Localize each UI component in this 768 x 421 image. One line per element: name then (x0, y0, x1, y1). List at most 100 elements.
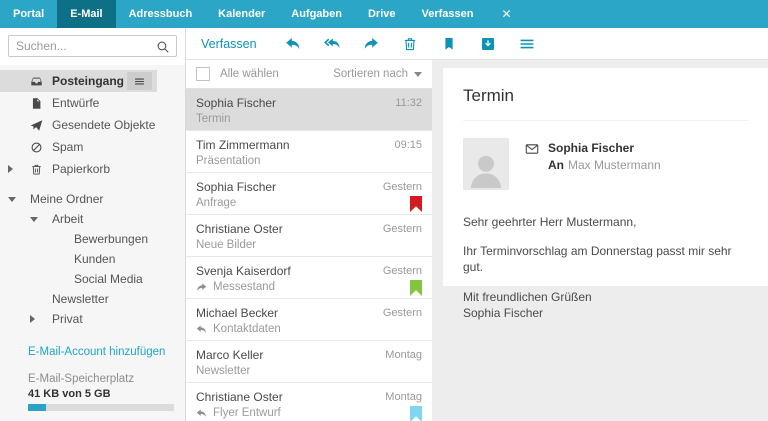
mail-date: Montag (385, 349, 422, 361)
recipient-name[interactable]: Max Mustermann (568, 158, 661, 172)
mail-subject: Termin (463, 80, 748, 121)
folder-menu-button[interactable] (127, 72, 152, 90)
mail-subject-line: Flyer Entwurf (196, 407, 422, 419)
folder-label: Posteingang (52, 74, 125, 88)
delete-icon (402, 36, 418, 52)
mail-list-item[interactable]: Michael Becker Kontaktdaten Gestern (186, 299, 432, 341)
inbox-icon (30, 75, 43, 88)
caret-slot (8, 196, 30, 202)
caret-right-icon[interactable] (8, 165, 13, 173)
mail-list-item[interactable]: Christiane Oster Neue Bilder Gestern (186, 215, 432, 257)
select-all-checkbox[interactable] (196, 67, 210, 81)
quota-fill (28, 404, 46, 411)
tab-adressbuch[interactable]: Adressbuch (116, 0, 206, 28)
search-icon[interactable] (156, 40, 170, 54)
recipient-line: An Max Mustermann (548, 158, 661, 172)
list-header: Alle wählen Sortieren nach (186, 60, 432, 89)
flag-marker-icon (410, 280, 422, 296)
tree-label: Bewerbungen (74, 232, 149, 246)
quota-widget: E-Mail-Speicherplatz 41 KB von 5 GB (28, 373, 185, 411)
reply-icon-button[interactable] (285, 36, 301, 52)
folder-icon-slot (30, 141, 52, 154)
mail-list-item[interactable]: Marco Keller Newsletter Montag (186, 341, 432, 383)
add-account-link[interactable]: E-Mail-Account hinzufügen (28, 346, 185, 358)
mail-subject-line: Messestand (196, 281, 422, 293)
topbar: Portal E-Mail Adressbuch Kalender Aufgaben Dr… (0, 0, 768, 28)
tab-portal[interactable]: Portal (0, 0, 57, 28)
tab-e-mail[interactable]: E-Mail (57, 0, 116, 28)
mail-list-item[interactable]: Sophia Fischer Anfrage Gestern (186, 173, 432, 215)
sort-dropdown[interactable]: Sortieren nach (333, 68, 422, 80)
folder-label: Spam (52, 140, 84, 154)
sidebar-tree-social-media[interactable]: Social Media (0, 269, 185, 289)
sender-name[interactable]: Sophia Fischer (548, 141, 661, 155)
reply-all-icon-button[interactable] (323, 36, 340, 52)
avatar (463, 138, 509, 190)
caret-down-icon[interactable] (8, 196, 16, 202)
tree-label: Newsletter (52, 292, 109, 306)
sidebar-tree-bewerbungen[interactable]: Bewerbungen (0, 229, 185, 249)
tab-kalender[interactable]: Kalender (205, 0, 278, 28)
mail-subject-line: Neue Bilder (196, 239, 422, 251)
sidebar-tree-privat[interactable]: Privat (0, 309, 185, 329)
sidebar-tree-arbeit[interactable]: Arbeit (0, 209, 185, 229)
sender-row: Sophia Fischer An Max Mustermann (463, 138, 748, 190)
mail-list-item[interactable]: Sophia Fischer Termin 11:32 (186, 89, 432, 131)
sidebar-folder-gesendete-objekte[interactable]: Gesendete Objekte (0, 114, 185, 136)
sidebar-tree-newsletter[interactable]: Newsletter (0, 289, 185, 309)
flag-icon (441, 36, 457, 52)
folder-list: Posteingang Entwürfe Gesendete Objekte Spam… (0, 70, 185, 180)
forward-icon-button[interactable] (363, 36, 379, 52)
quota-value: 41 KB von 5 GB (28, 388, 111, 400)
mail-content: Alle wählen Sortieren nach Sophia Fische… (186, 60, 768, 421)
tree-label: Social Media (74, 272, 143, 286)
mail-list-item[interactable]: Svenja Kaiserdorf Messestand Gestern (186, 257, 432, 299)
mail-date: Gestern (382, 223, 422, 235)
sidebar-tree-meine-ordner[interactable]: Meine Ordner (0, 189, 185, 209)
tab-aufgaben[interactable]: Aufgaben (278, 0, 355, 28)
sidebar-folder-spam[interactable]: Spam (0, 136, 185, 158)
trash-icon (30, 163, 43, 176)
folder-tree: Meine Ordner Arbeit Bewerbungen Kunden Socia… (0, 189, 185, 329)
caret-slot (8, 165, 30, 173)
mail-subject-text: Newsletter (196, 365, 251, 377)
mail-main: Verfassen Alle wählen Sortieren nach Sop… (186, 28, 768, 421)
mail-date: Gestern (382, 307, 422, 319)
archive-icon-button[interactable] (480, 36, 496, 52)
mail-list-item[interactable]: Christiane Oster Flyer Entwurf Montag (186, 383, 432, 421)
close-tab-icon[interactable]: ✕ (487, 0, 527, 28)
person-icon (470, 155, 502, 188)
caret-down-icon[interactable] (30, 216, 38, 222)
delete-icon-button[interactable] (402, 36, 418, 52)
forward-icon (196, 282, 207, 293)
forward-icon (363, 36, 379, 52)
webmail-app: Portal E-Mail Adressbuch Kalender Aufgaben Dr… (0, 0, 768, 421)
sender-info: Sophia Fischer An Max Mustermann (525, 138, 661, 190)
mail-list-item[interactable]: Tim Zimmermann Präsentation 09:15 (186, 131, 432, 173)
mail-subject-text: Flyer Entwurf (213, 407, 281, 419)
mail-subject-text: Termin (196, 113, 231, 125)
mail-date: Montag (385, 391, 422, 403)
sidebar-tree-kunden[interactable]: Kunden (0, 249, 185, 269)
caret-right-icon[interactable] (30, 315, 35, 323)
sidebar-folder-entwürfe[interactable]: Entwürfe (0, 92, 185, 114)
sidebar-folder-papierkorb[interactable]: Papierkorb (0, 158, 185, 180)
reply-icon (285, 36, 301, 52)
flag-icon-button[interactable] (441, 36, 457, 52)
tab-verfassen[interactable]: Verfassen (409, 0, 487, 28)
envelope-icon (525, 141, 539, 190)
mail-sender: Sophia Fischer (196, 96, 277, 110)
sidebar-folder-posteingang[interactable]: Posteingang (0, 70, 157, 92)
app-tabs: Portal E-Mail Adressbuch Kalender Aufgaben Dr… (0, 0, 487, 28)
menu-icon-button[interactable] (519, 36, 535, 52)
search-area (0, 28, 185, 65)
mail-body: Sehr geehrter Herr Mustermann, Ihr Termin… (463, 214, 748, 321)
folder-icon-slot (30, 97, 52, 110)
menu-icon (519, 36, 535, 52)
folder-icon-slot (30, 163, 52, 176)
mail-subject-text: Kontaktdaten (213, 323, 281, 335)
compose-button[interactable]: Verfassen (201, 37, 257, 51)
mail-date: 09:15 (394, 139, 422, 151)
tab-drive[interactable]: Drive (355, 0, 409, 28)
search-input[interactable] (8, 35, 177, 57)
